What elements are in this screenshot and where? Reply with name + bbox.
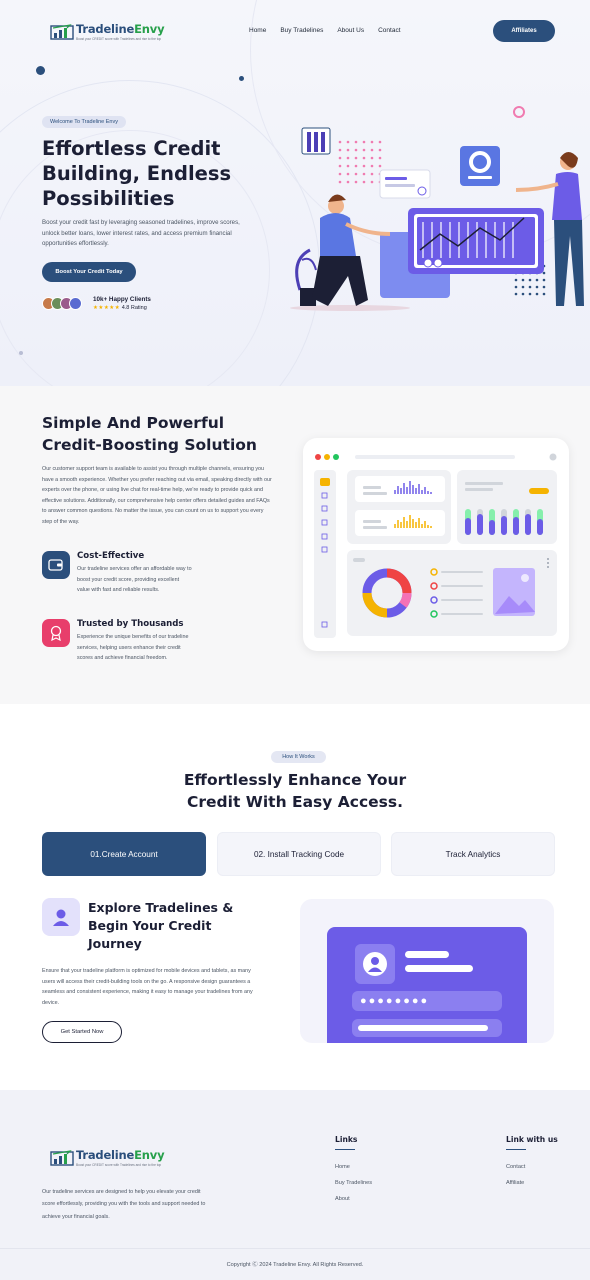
feature-cost-effective: Cost-Effective Our tradeline services of… — [42, 551, 242, 607]
footer-divider — [0, 1248, 590, 1249]
dashboard-mockup — [303, 438, 569, 651]
explore-description: Ensure that your tradeline platform is o… — [42, 968, 253, 1006]
get-started-button[interactable]: Get Started Now — [42, 1021, 122, 1043]
explore-title: Explore Tradelines & Begin Your Credit J… — [88, 900, 234, 951]
tab-install-tracking-code[interactable]: 02. Install Tracking Code — [217, 832, 381, 876]
nav-item-contact[interactable]: Contact — [378, 27, 400, 34]
logo-tagline: Boost your CREDIT score with Tradelines … — [76, 37, 162, 41]
tab-create-account[interactable]: 01.Create Account — [42, 832, 206, 876]
profile-icon — [355, 944, 395, 984]
solution-description: Our customer support team is available t… — [42, 466, 272, 525]
feature-title: Trusted by Thousands — [77, 619, 184, 629]
footer-connect-heading: Link with us — [506, 1135, 558, 1150]
award-icon — [42, 619, 70, 647]
how-title-text: Effortlessly Enhance Your Credit With Ea… — [183, 771, 407, 811]
happy-clients: 10k+ Happy Clients — [93, 296, 151, 303]
password-field: ●●●●●●●● — [352, 991, 502, 1011]
decorative-dot — [36, 66, 45, 75]
logo-text: TradelineEnvy — [76, 1148, 165, 1162]
feature-title: Cost-Effective — [77, 551, 145, 561]
logo-text: TradelineEnvy — [76, 22, 165, 36]
create-account-illustration: ●●●●●●●● — [300, 899, 554, 1043]
logo-bars-icon — [50, 1149, 74, 1166]
rating-value: 4.8 Rating — [121, 305, 147, 311]
footer-links-heading: Links — [335, 1135, 357, 1150]
logo-tagline: Boost your CREDIT score with Tradelines … — [76, 1163, 162, 1167]
submit-field — [352, 1019, 502, 1037]
how-it-works-pill: How It Works — [271, 751, 326, 763]
name-placeholder-bar — [405, 951, 449, 958]
feature-description: Experience the unique benefits of our tr… — [77, 634, 189, 662]
star-icons: ★★★★★ — [93, 305, 121, 311]
how-it-works-section: How It Works Effortlessly Enhance Your C… — [0, 704, 590, 1090]
solution-title: Simple And Powerful Credit-Boosting Solu… — [42, 414, 257, 454]
footer-link-affiliate[interactable]: Affiliate — [506, 1180, 524, 1186]
footer-link-about[interactable]: About — [335, 1196, 350, 1202]
decorative-dot — [239, 76, 244, 81]
tab-track-analytics[interactable]: Track Analytics — [391, 832, 555, 876]
footer-link-contact[interactable]: Contact — [506, 1164, 525, 1170]
copyright: Copyright Ⓒ 2024 Tradeline Envy. All Rig… — [226, 1262, 364, 1268]
welcome-pill: Welcome To Tradeline Envy — [42, 116, 126, 128]
affiliates-button[interactable]: Affiliates — [493, 20, 555, 42]
boost-credit-button[interactable]: Boost Your Credit Today — [42, 262, 136, 282]
wallet-icon — [42, 551, 70, 579]
dashboard-illustration — [314, 453, 557, 638]
how-it-works-title: Effortlessly Enhance Your Credit With Ea… — [0, 769, 590, 813]
nav-item-about-us[interactable]: About Us — [337, 27, 364, 34]
solution-section: Simple And Powerful Credit-Boosting Solu… — [0, 386, 590, 704]
logo-bars-icon — [50, 23, 74, 40]
footer-link-home[interactable]: Home — [335, 1164, 350, 1170]
feature-description: Our tradeline services offer an affordab… — [77, 566, 192, 594]
feature-trusted: Trusted by Thousands Experience the uniq… — [42, 619, 242, 675]
logo[interactable]: TradelineEnvy Boost your CREDIT score wi… — [50, 22, 165, 41]
site-header: TradelineEnvy Boost your CREDIT score wi… — [0, 0, 590, 62]
avatar — [69, 297, 82, 310]
nav-item-buy-tradelines[interactable]: Buy Tradelines — [280, 27, 323, 34]
nav-item-home[interactable]: Home — [249, 27, 266, 34]
email-placeholder-bar — [405, 965, 473, 972]
decorative-dot — [19, 351, 23, 355]
user-icon — [42, 898, 80, 936]
main-nav: Home Buy Tradelines About Us Contact — [249, 27, 401, 34]
footer-logo[interactable]: TradelineEnvy Boost your CREDIT score wi… — [50, 1148, 165, 1167]
hero-title: Effortless Credit Building, Endless Poss… — [42, 137, 232, 210]
client-avatars — [42, 297, 82, 310]
rating: ★★★★★ 4.8 Rating — [93, 305, 147, 311]
site-footer: TradelineEnvy Boost your CREDIT score wi… — [0, 1090, 590, 1280]
hero-illustration — [290, 106, 584, 311]
footer-link-buy-tradelines[interactable]: Buy Tradelines — [335, 1180, 372, 1186]
hero-description: Boost your credit fast by leveraging sea… — [42, 219, 240, 248]
footer-description: Our tradeline services are designed to h… — [42, 1189, 206, 1220]
